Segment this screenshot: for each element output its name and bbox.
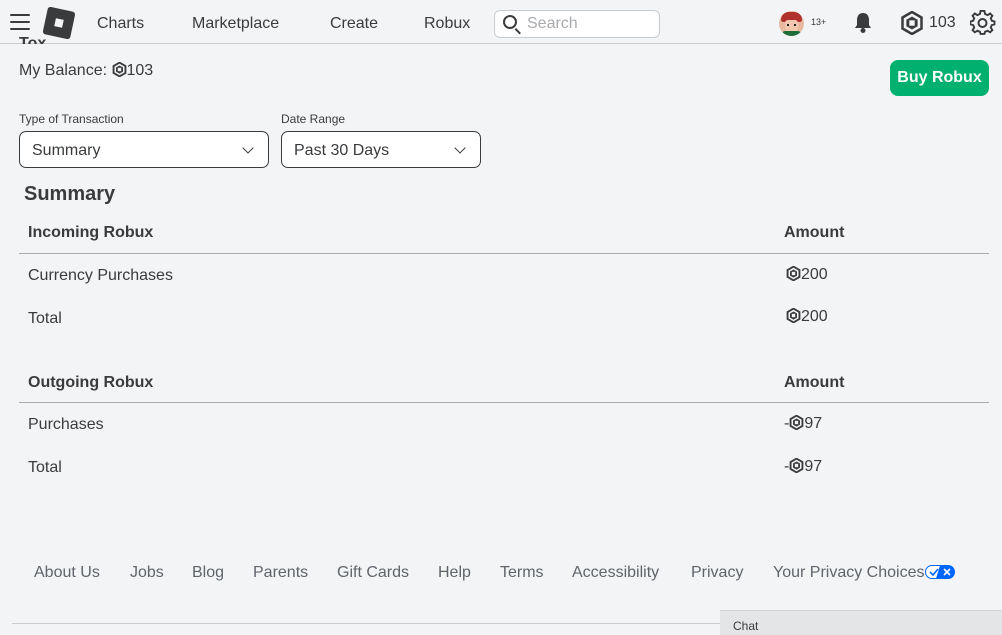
buy-robux-button[interactable]: Buy Robux — [890, 60, 989, 96]
footer-link-parents[interactable]: Parents — [253, 564, 308, 582]
footer-link-about-us[interactable]: About Us — [34, 564, 100, 582]
transaction-type-select[interactable]: Summary — [19, 131, 269, 168]
hamburger-menu-icon[interactable] — [10, 14, 30, 30]
nav-link-marketplace[interactable]: Marketplace — [192, 15, 279, 33]
table-row-amount: 200 — [786, 308, 828, 326]
amount-value: 200 — [801, 266, 828, 283]
nav-link-create[interactable]: Create — [330, 15, 378, 33]
privacy-choices-icon — [925, 565, 956, 579]
robux-icon — [786, 266, 801, 281]
date-range-label: Date Range — [281, 112, 346, 126]
chevron-down-icon — [242, 142, 254, 154]
balance-value: 103 — [126, 62, 154, 79]
chevron-down-icon — [454, 142, 466, 154]
top-nav-bar: Charts Marketplace Create Robux 13+ 103 — [0, 0, 1002, 44]
footer-link-terms[interactable]: Terms — [500, 564, 544, 582]
footer-link-privacy-choices[interactable]: Your Privacy Choices — [773, 564, 956, 582]
robux-icon — [789, 458, 804, 473]
footer-link-accessibility[interactable]: Accessibility — [572, 564, 659, 582]
nav-link-charts[interactable]: Charts — [97, 15, 144, 33]
table-row-amount: - 97 — [784, 458, 822, 476]
incoming-amount-header: Amount — [784, 224, 845, 241]
robux-count: 103 — [929, 14, 956, 31]
table-row-label: Total — [28, 310, 62, 327]
bell-icon[interactable] — [853, 12, 873, 34]
divider — [19, 253, 989, 254]
nav-link-robux[interactable]: Robux — [424, 15, 470, 33]
divider — [19, 402, 989, 403]
footer-link-gift-cards[interactable]: Gift Cards — [337, 564, 409, 582]
footer-link-privacy[interactable]: Privacy — [691, 564, 743, 582]
footer-link-jobs[interactable]: Jobs — [130, 564, 164, 582]
search-input[interactable] — [527, 14, 652, 34]
robux-icon — [786, 308, 801, 323]
robux-icon — [789, 415, 804, 430]
roblox-logo-icon[interactable] — [42, 6, 76, 40]
date-range-select[interactable]: Past 30 Days — [281, 131, 481, 168]
table-row-label: Currency Purchases — [28, 267, 173, 284]
incoming-header: Incoming Robux — [28, 224, 154, 241]
gear-icon[interactable] — [970, 10, 996, 36]
page-title: Tox — [19, 35, 47, 44]
amount-value: 97 — [804, 458, 823, 475]
chat-bar[interactable]: Chat — [720, 610, 1002, 635]
footer-link-blog[interactable]: Blog — [192, 564, 224, 582]
age-badge: 13+ — [811, 17, 827, 27]
transaction-type-value: Summary — [32, 142, 101, 159]
outgoing-amount-header: Amount — [784, 374, 845, 391]
balance-label: My Balance: — [19, 62, 108, 79]
privacy-choices-label: Your Privacy Choices — [773, 564, 925, 581]
search-box[interactable] — [494, 10, 660, 38]
chat-label: Chat — [733, 619, 759, 633]
transaction-type-label: Type of Transaction — [19, 112, 124, 126]
table-row-label: Purchases — [28, 416, 104, 433]
my-balance: My Balance: 103 — [19, 62, 153, 80]
footer-divider — [12, 623, 720, 624]
footer-link-help[interactable]: Help — [438, 564, 471, 582]
robux-icon — [901, 11, 923, 35]
search-icon — [503, 15, 517, 29]
outgoing-header: Outgoing Robux — [28, 374, 154, 391]
table-row-label: Total — [28, 459, 62, 476]
table-row-amount: - 97 — [784, 415, 822, 433]
table-row-amount: 200 — [786, 266, 828, 284]
amount-value: 97 — [804, 415, 823, 432]
amount-value: 200 — [801, 308, 828, 325]
summary-title: Summary — [24, 183, 116, 205]
avatar[interactable] — [779, 11, 804, 36]
robux-icon — [112, 62, 126, 77]
date-range-value: Past 30 Days — [294, 142, 390, 159]
